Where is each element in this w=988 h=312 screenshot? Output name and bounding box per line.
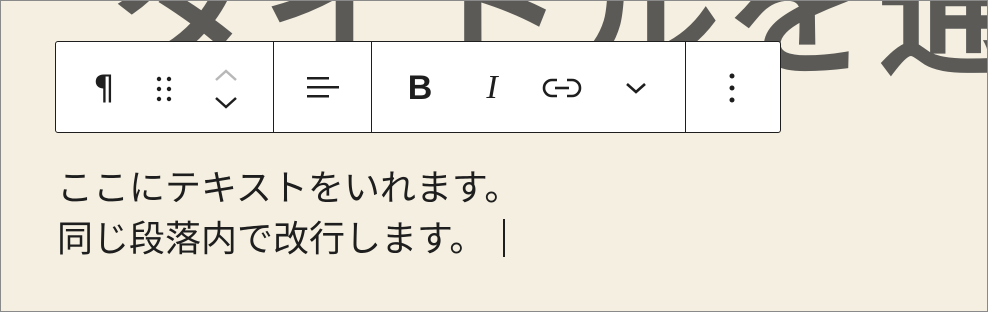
more-formatting-chevron-icon[interactable] <box>616 68 656 108</box>
paragraph-line-1: ここにテキストをいれます。 <box>57 168 521 209</box>
drag-handle-icon[interactable] <box>144 73 184 105</box>
text-cursor <box>503 219 506 257</box>
align-group <box>273 42 371 132</box>
bold-button[interactable]: B <box>400 66 440 110</box>
block-controls-group: ¶ <box>56 42 273 132</box>
paragraph-block-button[interactable]: ¶ <box>84 68 124 108</box>
italic-button[interactable]: I <box>472 66 512 110</box>
block-mover <box>206 62 246 116</box>
paragraph-block[interactable]: ここにテキストをいれます。 同じ段落内で改行します。 <box>57 163 520 265</box>
options-group <box>685 42 780 132</box>
align-left-icon[interactable] <box>302 68 342 108</box>
more-options-icon[interactable] <box>712 66 752 110</box>
format-group: B I <box>371 42 685 132</box>
paragraph-line-2: 同じ段落内で改行します。 <box>57 219 486 260</box>
chevron-up-icon[interactable] <box>213 67 239 83</box>
paragraph-line-2-wrapper: 同じ段落内で改行します。 <box>57 214 520 265</box>
link-icon[interactable] <box>540 68 584 108</box>
block-toolbar: ¶ B I <box>55 41 781 133</box>
chevron-down-icon[interactable] <box>213 95 239 111</box>
